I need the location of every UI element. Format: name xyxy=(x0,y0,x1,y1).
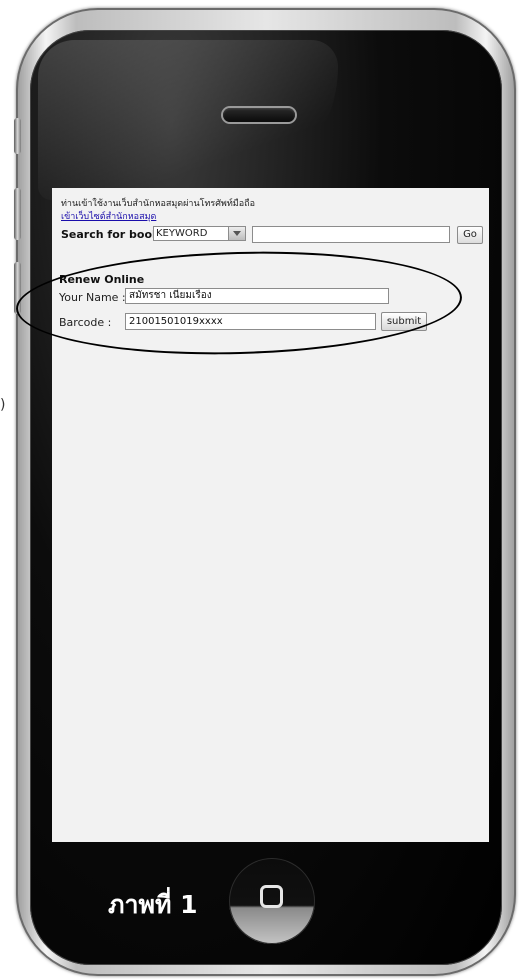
name-label: Your Name : xyxy=(59,291,126,304)
barcode-input[interactable]: 21001501019xxxx xyxy=(125,313,376,330)
volume-down-button xyxy=(14,262,21,314)
barcode-label: Barcode : xyxy=(59,316,112,329)
chevron-down-icon[interactable] xyxy=(228,227,245,240)
speaker-icon xyxy=(223,108,295,122)
intro-text: ท่านเข้าใช้งานเว็บสำนักหอสมุดผ่านโทรศัพท… xyxy=(61,199,255,209)
submit-button[interactable]: submit xyxy=(381,312,427,331)
volume-up-button xyxy=(14,188,21,240)
renew-title: Renew Online xyxy=(59,273,145,286)
library-site-link[interactable]: เข้าเว็บไซต์สำนักหอสมุด xyxy=(61,209,156,223)
home-square-icon xyxy=(260,885,283,908)
name-input[interactable]: สมัทรชา เนียมเรือง xyxy=(125,288,389,304)
figure-caption: ภาพที่ 1 xyxy=(108,890,198,919)
phone-screen: ท่านเข้าใช้งานเว็บสำนักหอสมุดผ่านโทรศัพท… xyxy=(52,188,489,842)
search-type-value: KEYWORD xyxy=(156,228,208,239)
search-label: Search for books xyxy=(61,228,166,241)
mute-switch xyxy=(14,118,21,154)
go-button[interactable]: Go xyxy=(457,226,483,244)
home-button-icon[interactable] xyxy=(229,858,315,944)
search-type-select[interactable]: KEYWORD xyxy=(153,226,246,241)
side-text: ) xyxy=(0,397,6,413)
search-input[interactable] xyxy=(252,226,450,243)
